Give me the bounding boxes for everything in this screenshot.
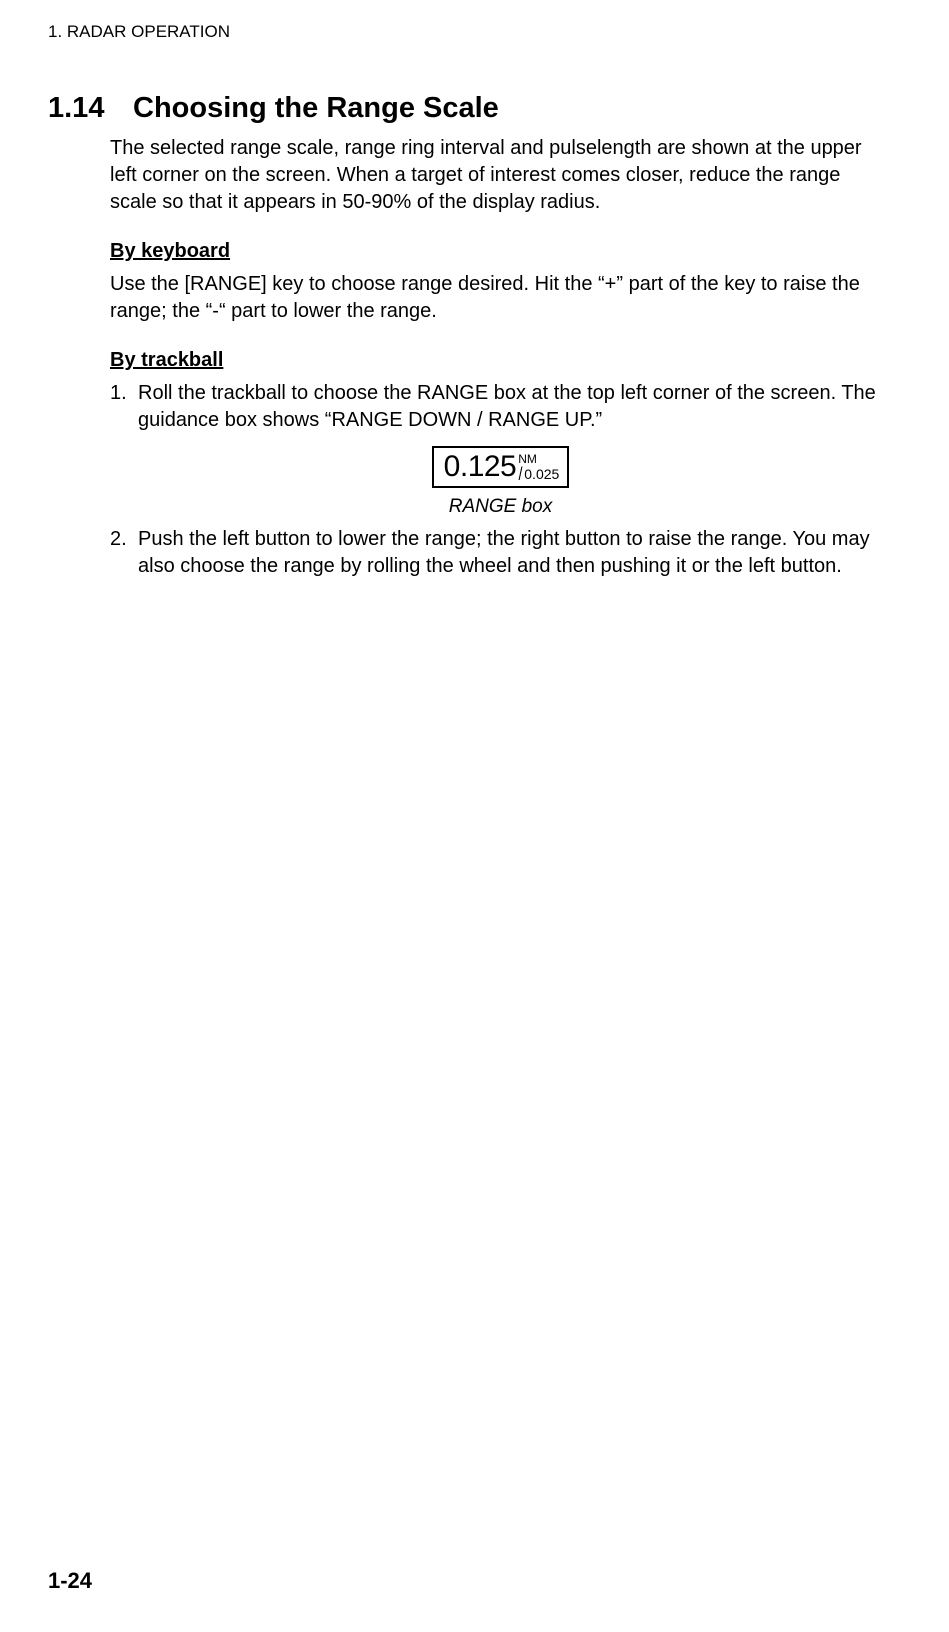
- range-box-figure: 0.125 NM /0.025: [110, 446, 891, 488]
- content-body: The selected range scale, range ring int…: [48, 135, 901, 580]
- step-text: Roll the trackball to choose the RANGE b…: [138, 380, 891, 434]
- trackball-step-2: 2. Push the left button to lower the ran…: [110, 526, 891, 580]
- section-title: Choosing the Range Scale: [133, 92, 499, 125]
- section-number: 1.14: [48, 92, 133, 125]
- chapter-header: 1. RADAR OPERATION: [48, 22, 901, 42]
- figure-caption: RANGE box: [110, 496, 891, 518]
- section-heading: 1.14 Choosing the Range Scale: [48, 92, 901, 125]
- page-number: 1-24: [48, 1568, 92, 1594]
- intro-paragraph: The selected range scale, range ring int…: [110, 135, 891, 216]
- range-interval: /0.025: [518, 465, 559, 483]
- subheading-keyboard: By keyboard: [110, 240, 891, 263]
- range-value: 0.125: [444, 450, 517, 484]
- trackball-step-1: 1. Roll the trackball to choose the RANG…: [110, 380, 891, 434]
- range-box: 0.125 NM /0.025: [432, 446, 570, 488]
- step-number: 2.: [110, 526, 138, 580]
- range-sub: NM /0.025: [518, 453, 559, 483]
- step-text: Push the left button to lower the range;…: [138, 526, 891, 580]
- step-number: 1.: [110, 380, 138, 434]
- range-interval-value: 0.025: [524, 467, 559, 481]
- keyboard-paragraph: Use the [RANGE] key to choose range desi…: [110, 271, 891, 325]
- subheading-trackball: By trackball: [110, 349, 891, 372]
- range-unit: NM: [518, 453, 559, 465]
